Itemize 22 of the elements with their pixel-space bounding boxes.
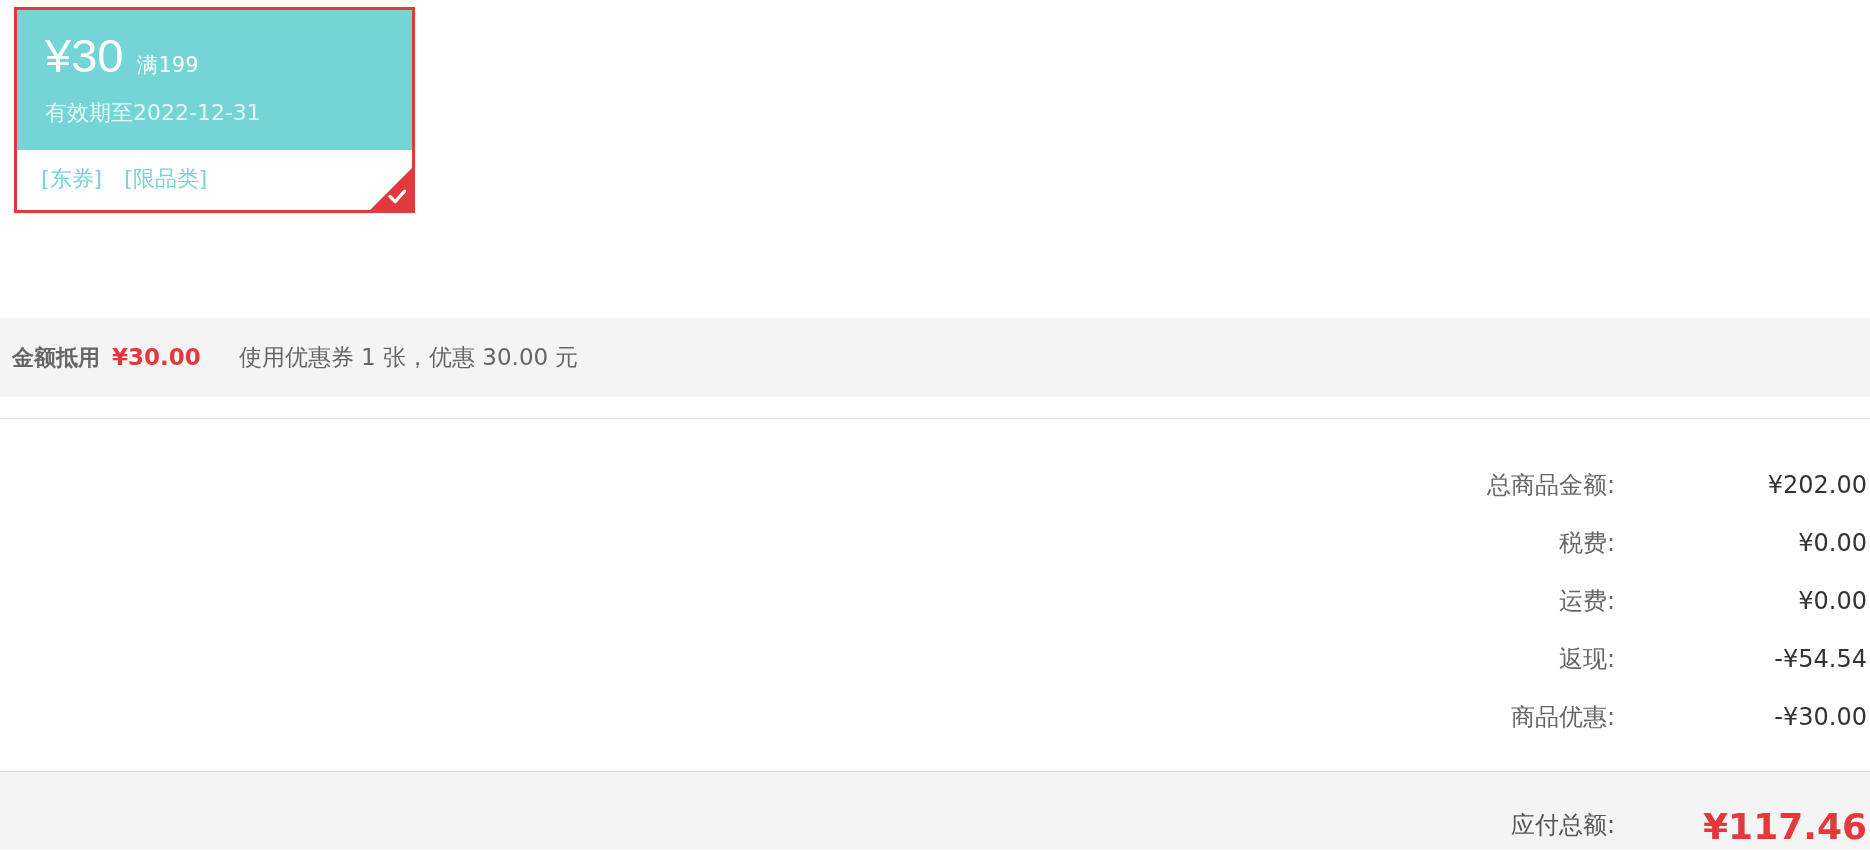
coupon-tag: [东券] — [41, 162, 103, 195]
summary-value: ¥0.00 — [1797, 528, 1868, 559]
coupon-card[interactable]: ¥30 满199 有效期至2022-12-31 [东券] [限品类] — [14, 7, 415, 213]
summary-value: ¥202.00 — [1766, 470, 1868, 501]
coupon-amount: ¥30 — [45, 32, 124, 79]
check-corner-icon — [370, 168, 412, 210]
summary-label: 税费: — [1558, 528, 1615, 559]
summary-label: 返现: — [1558, 644, 1615, 675]
summary-label: 商品优惠: — [1510, 702, 1615, 733]
discount-summary: 使用优惠券 1 张，优惠 30.00 元 — [238, 343, 579, 373]
total-amount: ¥117.46 — [1702, 807, 1868, 847]
summary-value: -¥30.00 — [1773, 702, 1868, 733]
summary-value: ¥0.00 — [1797, 586, 1868, 617]
discount-label: 金额抵用 — [12, 344, 100, 372]
coupon-tag: [限品类] — [124, 162, 208, 195]
summary-label: 运费: — [1558, 586, 1615, 617]
summary-label: 总商品金额: — [1486, 470, 1615, 501]
summary-value: -¥54.54 — [1773, 644, 1868, 675]
discount-amount: ¥30.00 — [112, 343, 201, 373]
coupon-validity: 有效期至2022-12-31 — [45, 98, 261, 127]
coupon-condition: 满199 — [137, 52, 199, 79]
total-label: 应付总额: — [1510, 810, 1615, 841]
